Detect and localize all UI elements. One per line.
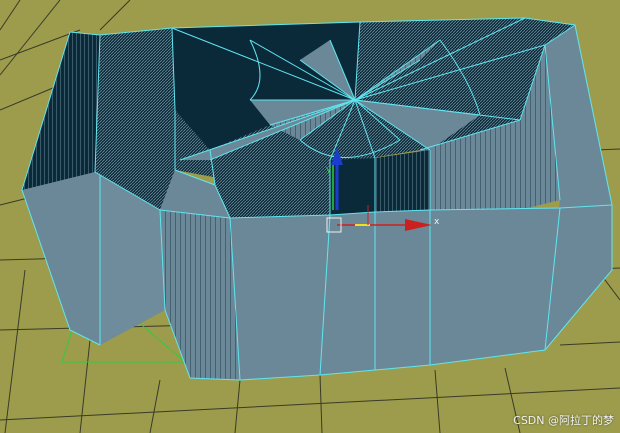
gizmo-y-label: y — [326, 165, 332, 175]
watermark-text: CSDN @阿拉丁的梦 — [513, 414, 614, 427]
front-wall-main — [230, 205, 612, 380]
perspective-scene[interactable]: x y — [0, 0, 620, 433]
front-wall-left — [160, 210, 240, 380]
inner-wall-right — [375, 150, 430, 212]
left-outer-wall-shaded — [22, 32, 100, 190]
3d-viewport[interactable]: x y CSDN @阿拉丁的梦 — [0, 0, 620, 433]
gizmo-x-label: x — [434, 217, 440, 227]
